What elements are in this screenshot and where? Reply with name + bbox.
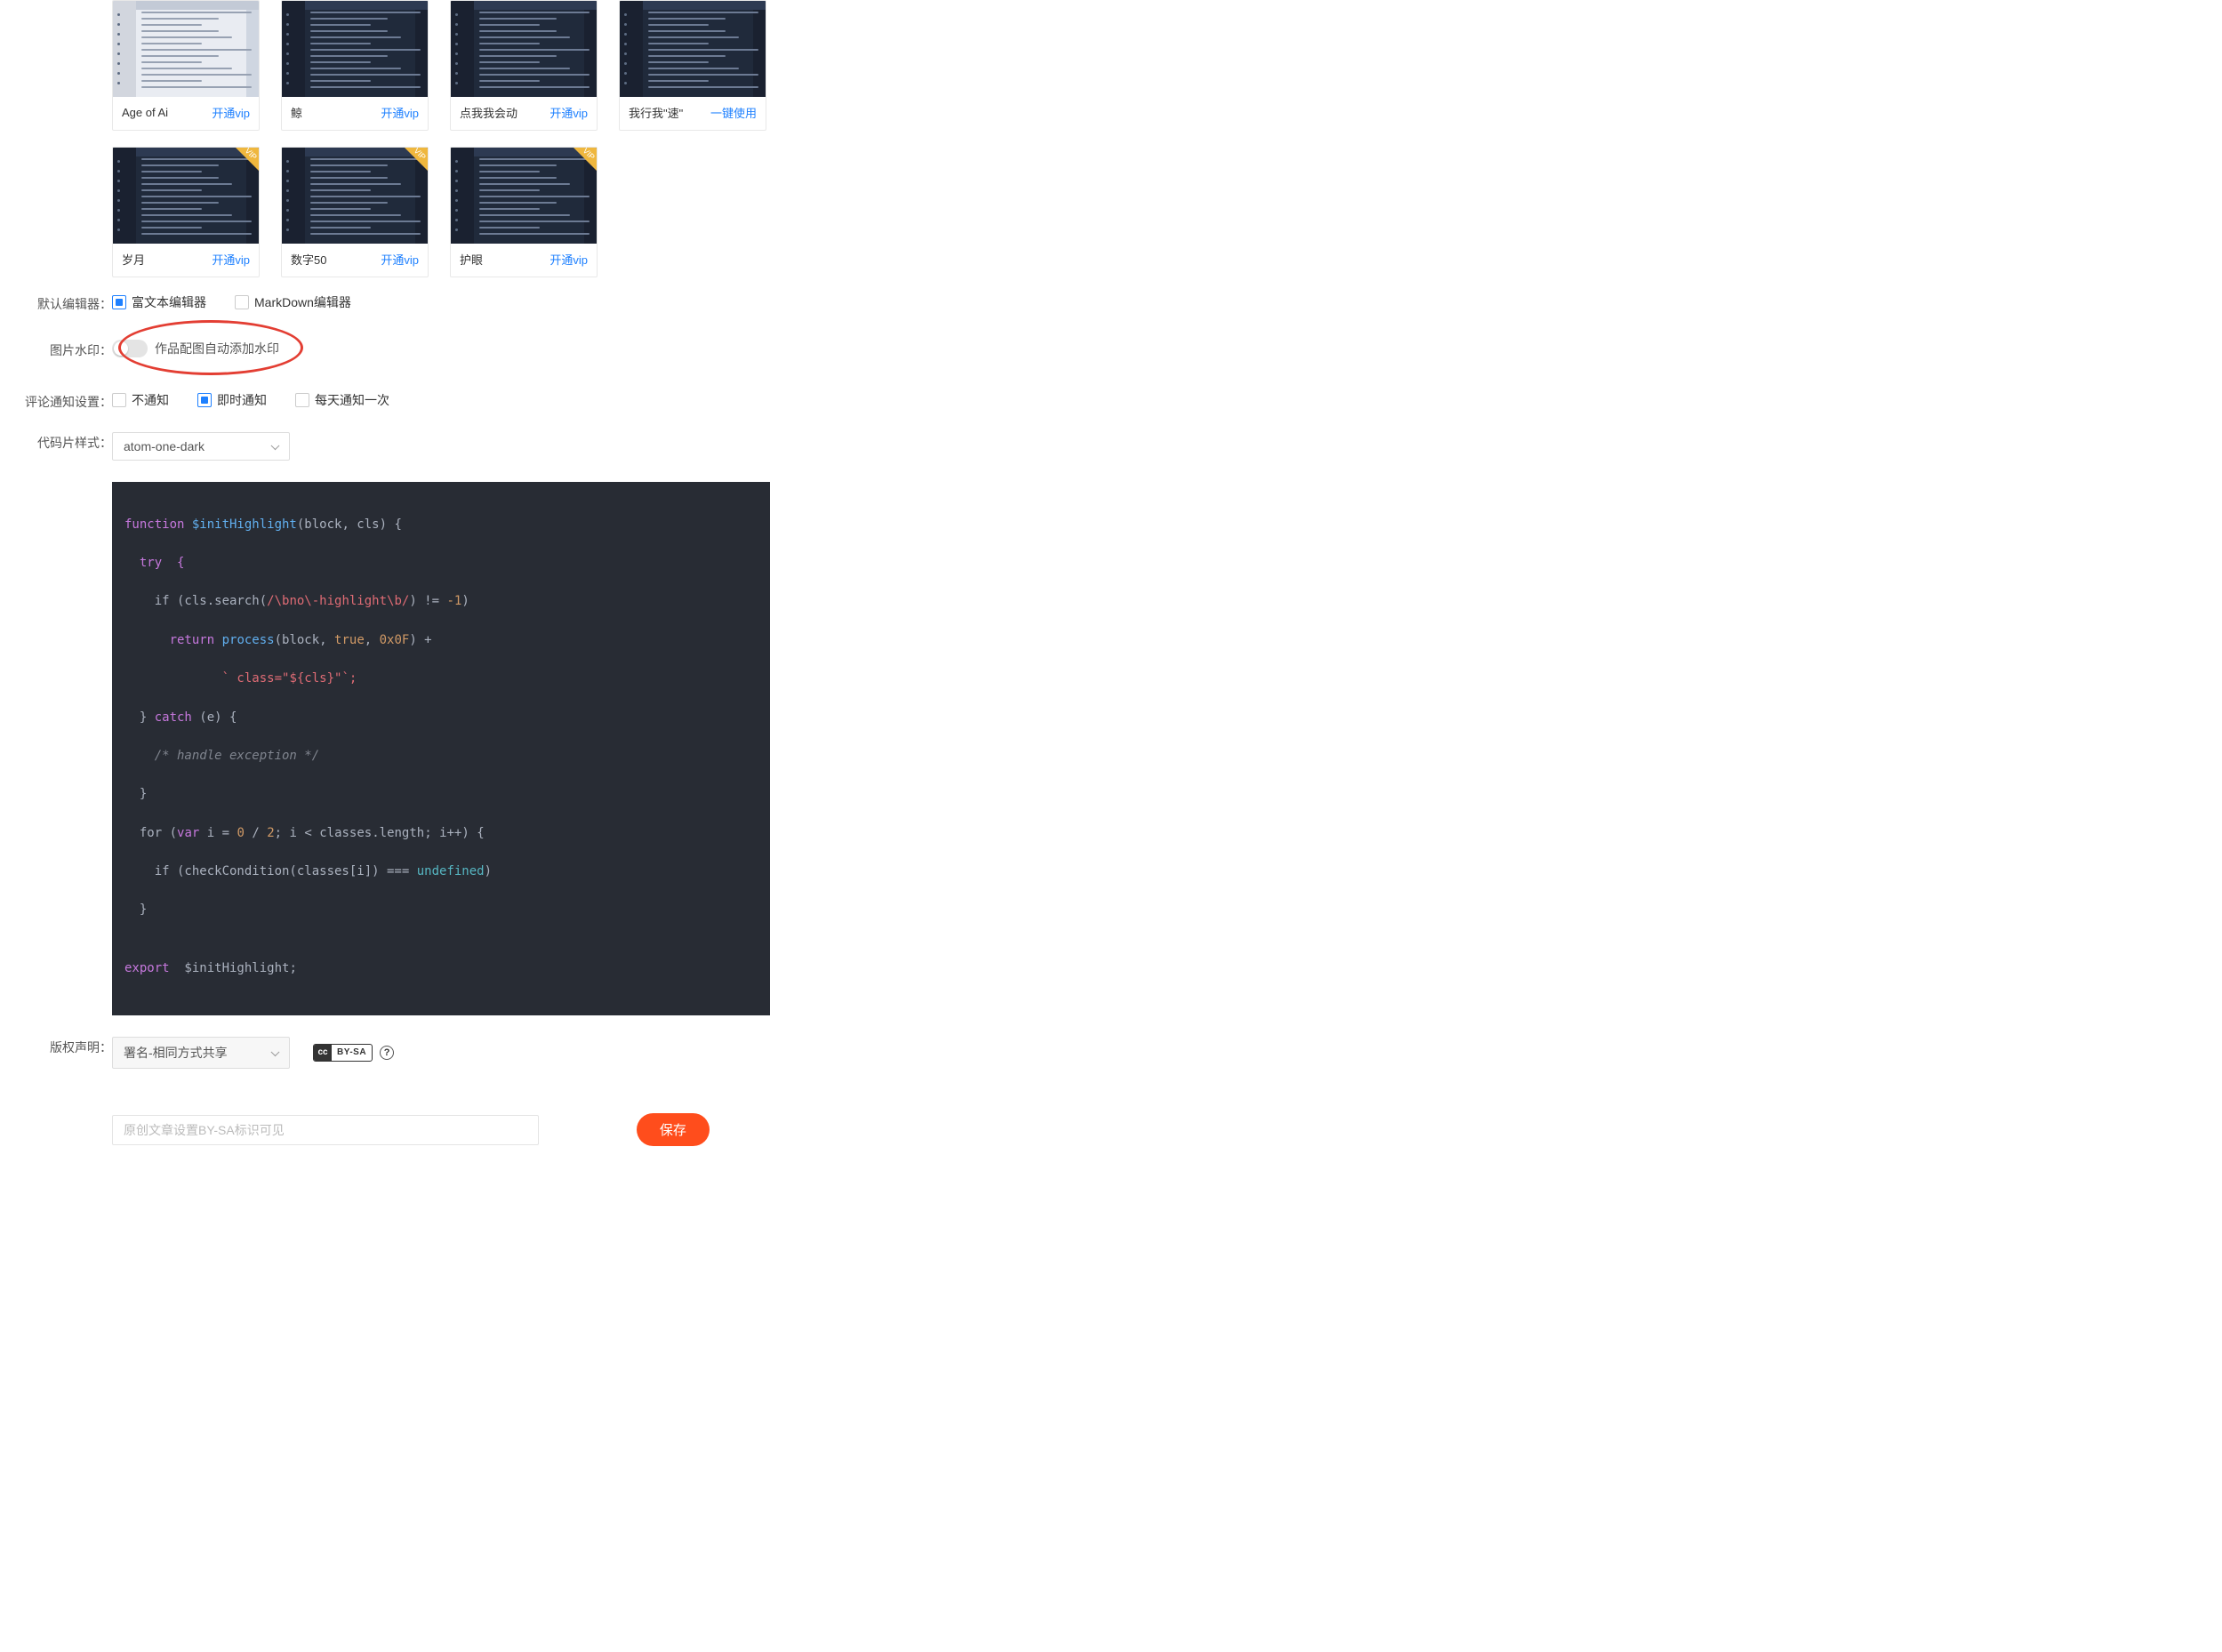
theme-title: Age of Ai: [122, 106, 168, 119]
theme-action-link[interactable]: 开通vip: [549, 104, 588, 121]
vip-badge: [574, 148, 597, 171]
theme-title: 鲸: [291, 104, 302, 121]
notify-option-instant[interactable]: 即时通知: [197, 391, 267, 409]
theme-card[interactable]: Age of Ai 开通vip: [112, 0, 260, 131]
editor-option-label: 富文本编辑器: [132, 293, 206, 311]
label-license: 版权声明：: [18, 1037, 112, 1056]
radio-icon: [235, 295, 249, 309]
notify-option-daily[interactable]: 每天通知一次: [295, 391, 389, 409]
theme-meta: 鲸 开通vip: [282, 97, 428, 130]
theme-thumbnail: [282, 1, 428, 97]
editor-option-label: MarkDown编辑器: [254, 293, 351, 311]
theme-title: 点我我会动: [460, 104, 517, 121]
theme-action-link[interactable]: 开通vip: [212, 251, 250, 268]
cc-badge-left: cc: [314, 1045, 332, 1061]
theme-meta: 数字50 开通vip: [282, 244, 428, 277]
theme-action-link[interactable]: 一键使用: [710, 104, 757, 121]
notify-option-label: 每天通知一次: [315, 391, 389, 409]
label-watermark: 图片水印：: [18, 340, 112, 359]
watermark-hint: 作品配图自动添加水印: [155, 340, 279, 357]
radio-icon: [197, 393, 212, 407]
theme-action-link[interactable]: 开通vip: [549, 251, 588, 268]
theme-thumbnail: [620, 1, 766, 97]
vip-badge: [236, 148, 259, 171]
theme-card[interactable]: 我行我"速" 一键使用: [619, 0, 766, 131]
theme-meta: Age of Ai 开通vip: [113, 97, 259, 130]
theme-card[interactable]: 数字50 开通vip: [281, 147, 429, 277]
code-preview: function $initHighlight(block, cls) { tr…: [112, 482, 770, 1015]
editor-option-markdown[interactable]: MarkDown编辑器: [235, 293, 351, 311]
label-default-editor: 默认编辑器：: [18, 293, 112, 313]
license-note-input[interactable]: [112, 1115, 539, 1145]
radio-icon: [112, 393, 126, 407]
code-style-select[interactable]: atom-one-dark: [112, 432, 290, 461]
theme-meta: 点我我会动 开通vip: [451, 97, 597, 130]
theme-grid-row-2: 岁月 开通vip 数字50 开通vip 护眼 开通vip: [112, 147, 1138, 277]
label-comment-notify: 评论通知设置：: [18, 391, 112, 411]
watermark-toggle[interactable]: [112, 340, 148, 357]
label-code-style: 代码片样式：: [18, 432, 112, 452]
cc-badge-right: BY-SA: [332, 1047, 372, 1057]
notify-option-label: 即时通知: [217, 391, 267, 409]
theme-title: 护眼: [460, 251, 483, 268]
theme-meta: 护眼 开通vip: [451, 244, 597, 277]
license-select[interactable]: 署名-相同方式共享: [112, 1037, 290, 1069]
radio-icon: [112, 295, 126, 309]
theme-card[interactable]: 点我我会动 开通vip: [450, 0, 598, 131]
editor-option-richtext[interactable]: 富文本编辑器: [112, 293, 206, 311]
theme-meta: 岁月 开通vip: [113, 244, 259, 277]
theme-action-link[interactable]: 开通vip: [381, 104, 419, 121]
license-value: 署名-相同方式共享: [124, 1046, 228, 1060]
cc-badge: cc BY-SA: [313, 1044, 373, 1062]
save-button[interactable]: 保存: [637, 1113, 710, 1146]
theme-grid-row-1: Age of Ai 开通vip 鲸 开通vip 点我我会动 开通vip 我行我"速" 一键使用: [112, 0, 1138, 131]
theme-title: 数字50: [291, 251, 326, 268]
notify-option-label: 不通知: [132, 391, 169, 409]
vip-badge: [405, 148, 428, 171]
help-icon[interactable]: ?: [380, 1046, 394, 1060]
theme-action-link[interactable]: 开通vip: [212, 104, 250, 121]
theme-card[interactable]: 鲸 开通vip: [281, 0, 429, 131]
theme-card[interactable]: 护眼 开通vip: [450, 147, 598, 277]
theme-title: 我行我"速": [629, 104, 683, 121]
theme-title: 岁月: [122, 251, 145, 268]
theme-thumbnail: [113, 1, 259, 97]
theme-action-link[interactable]: 开通vip: [381, 251, 419, 268]
notify-option-none[interactable]: 不通知: [112, 391, 169, 409]
radio-icon: [295, 393, 309, 407]
code-style-value: atom-one-dark: [124, 439, 205, 453]
theme-meta: 我行我"速" 一键使用: [620, 97, 766, 130]
theme-thumbnail: [451, 1, 597, 97]
theme-card[interactable]: 岁月 开通vip: [112, 147, 260, 277]
